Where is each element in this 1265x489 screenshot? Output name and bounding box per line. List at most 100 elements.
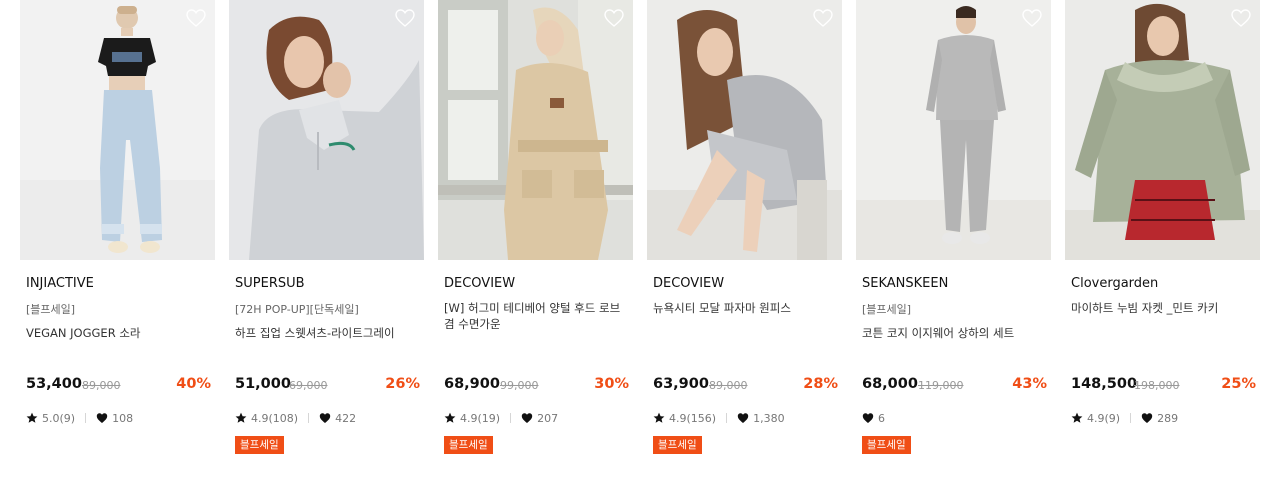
wishlist-heart-icon[interactable] <box>185 8 207 28</box>
like-heart-icon <box>862 412 874 424</box>
product-image[interactable] <box>20 0 215 260</box>
original-price: 69,000 <box>289 379 328 392</box>
product-name[interactable]: VEGAN JOGGER 소라 <box>26 325 211 341</box>
meta-divider <box>726 413 728 423</box>
sale-price: 148,500 <box>1071 376 1138 392</box>
wishlist-heart-icon[interactable] <box>1021 8 1043 28</box>
sale-badge: 블프세일 <box>235 436 284 454</box>
meta-divider <box>308 413 310 423</box>
review-meta: 4.9(108) 422 <box>235 411 356 425</box>
promo-tag: [블프세일] <box>26 303 76 316</box>
review-meta: 5.0(9) 108 <box>26 411 133 425</box>
product-image[interactable] <box>856 0 1051 260</box>
meta-divider <box>510 413 512 423</box>
product-photo <box>229 0 424 260</box>
sale-badge: 블프세일 <box>862 436 911 454</box>
discount-rate: 43% <box>1012 376 1047 392</box>
rating-text: 4.9(19) <box>460 411 501 425</box>
product-name[interactable]: 뉴욕시티 모달 파자마 원피스 <box>653 300 838 316</box>
rating-text: 5.0(9) <box>42 411 76 425</box>
sale-price: 51,000 <box>235 376 291 392</box>
star-icon <box>444 412 456 424</box>
wishlist-heart-icon[interactable] <box>603 8 625 28</box>
star-icon <box>235 412 247 424</box>
meta-divider <box>85 413 87 423</box>
sale-price: 68,900 <box>444 376 500 392</box>
wishlist-heart-icon[interactable] <box>812 8 834 28</box>
wishlist-heart-icon[interactable] <box>1230 8 1252 28</box>
product-image[interactable] <box>647 0 842 260</box>
discount-rate: 25% <box>1221 376 1256 392</box>
review-meta: 4.9(156) 1,380 <box>653 411 785 425</box>
price-row: 63,900 89,000 28% <box>653 376 838 396</box>
price-row: 68,900 99,000 30% <box>444 376 629 396</box>
promo-tag: [블프세일] <box>862 303 912 316</box>
brand-name[interactable]: INJIACTIVE <box>26 276 94 291</box>
price-row: 51,000 69,000 26% <box>235 376 420 396</box>
brand-name[interactable]: DECOVIEW <box>444 276 515 291</box>
like-count: 6 <box>878 411 885 425</box>
like-count: 108 <box>112 411 134 425</box>
brand-name[interactable]: Clovergarden <box>1071 276 1158 291</box>
original-price: 99,000 <box>500 379 539 392</box>
product-photo <box>1065 0 1260 260</box>
sale-price: 63,900 <box>653 376 709 392</box>
product-card[interactable]: Clovergarden 마이하트 누빔 자켓 _민트 카키 148,500 1… <box>1065 0 1260 489</box>
product-image[interactable] <box>229 0 424 260</box>
like-heart-icon <box>737 412 749 424</box>
sale-price: 68,000 <box>862 376 918 392</box>
product-photo <box>20 0 215 260</box>
original-price: 119,000 <box>918 379 964 392</box>
product-name[interactable]: 하프 집업 스웻셔츠-라이트그레이 <box>235 325 420 341</box>
discount-rate: 30% <box>594 376 629 392</box>
sale-badge: 블프세일 <box>653 436 702 454</box>
rating-text: 4.9(9) <box>1087 411 1121 425</box>
product-name[interactable]: [W] 허그미 테디베어 양털 후드 로브겸 수면가운 <box>444 300 629 332</box>
product-grid: INJIACTIVE [블프세일] VEGAN JOGGER 소라 53,400… <box>20 0 1260 489</box>
product-image[interactable] <box>438 0 633 260</box>
like-heart-icon <box>521 412 533 424</box>
like-heart-icon <box>319 412 331 424</box>
brand-name[interactable]: SEKANSKEEN <box>862 276 948 291</box>
sale-badge: 블프세일 <box>444 436 493 454</box>
sale-price: 53,400 <box>26 376 82 392</box>
star-icon <box>26 412 38 424</box>
product-card[interactable]: SEKANSKEEN [블프세일] 코튼 코지 이지웨어 상하의 세트 68,0… <box>856 0 1051 489</box>
product-card[interactable]: DECOVIEW 뉴욕시티 모달 파자마 원피스 63,900 89,000 2… <box>647 0 842 489</box>
star-icon <box>1071 412 1083 424</box>
brand-name[interactable]: DECOVIEW <box>653 276 724 291</box>
like-count: 207 <box>537 411 559 425</box>
like-count: 1,380 <box>753 411 785 425</box>
review-meta: 6 <box>862 411 885 425</box>
original-price: 89,000 <box>82 379 121 392</box>
price-row: 68,000 119,000 43% <box>862 376 1047 396</box>
brand-name[interactable]: SUPERSUB <box>235 276 305 291</box>
product-name[interactable]: 코튼 코지 이지웨어 상하의 세트 <box>862 325 1047 341</box>
product-card[interactable]: INJIACTIVE [블프세일] VEGAN JOGGER 소라 53,400… <box>20 0 215 489</box>
like-heart-icon <box>96 412 108 424</box>
review-meta: 4.9(9) 289 <box>1071 411 1178 425</box>
product-photo <box>438 0 633 260</box>
price-row: 148,500 198,000 25% <box>1071 376 1256 396</box>
product-photo <box>856 0 1051 260</box>
promo-tag: [72H POP-UP][단독세일] <box>235 303 359 316</box>
like-count: 289 <box>1157 411 1179 425</box>
product-card[interactable]: SUPERSUB [72H POP-UP][단독세일] 하프 집업 스웻셔츠-라… <box>229 0 424 489</box>
review-meta: 4.9(19) 207 <box>444 411 558 425</box>
price-row: 53,400 89,000 40% <box>26 376 211 396</box>
product-image[interactable] <box>1065 0 1260 260</box>
product-name[interactable]: 마이하트 누빔 자켓 _민트 카키 <box>1071 300 1256 316</box>
original-price: 89,000 <box>709 379 748 392</box>
product-card[interactable]: DECOVIEW [W] 허그미 테디베어 양털 후드 로브겸 수면가운 68,… <box>438 0 633 489</box>
meta-divider <box>1130 413 1132 423</box>
discount-rate: 26% <box>385 376 420 392</box>
rating-text: 4.9(156) <box>669 411 717 425</box>
discount-rate: 40% <box>176 376 211 392</box>
discount-rate: 28% <box>803 376 838 392</box>
rating-text: 4.9(108) <box>251 411 299 425</box>
original-price: 198,000 <box>1134 379 1180 392</box>
wishlist-heart-icon[interactable] <box>394 8 416 28</box>
like-heart-icon <box>1141 412 1153 424</box>
product-photo <box>647 0 842 260</box>
like-count: 422 <box>335 411 357 425</box>
